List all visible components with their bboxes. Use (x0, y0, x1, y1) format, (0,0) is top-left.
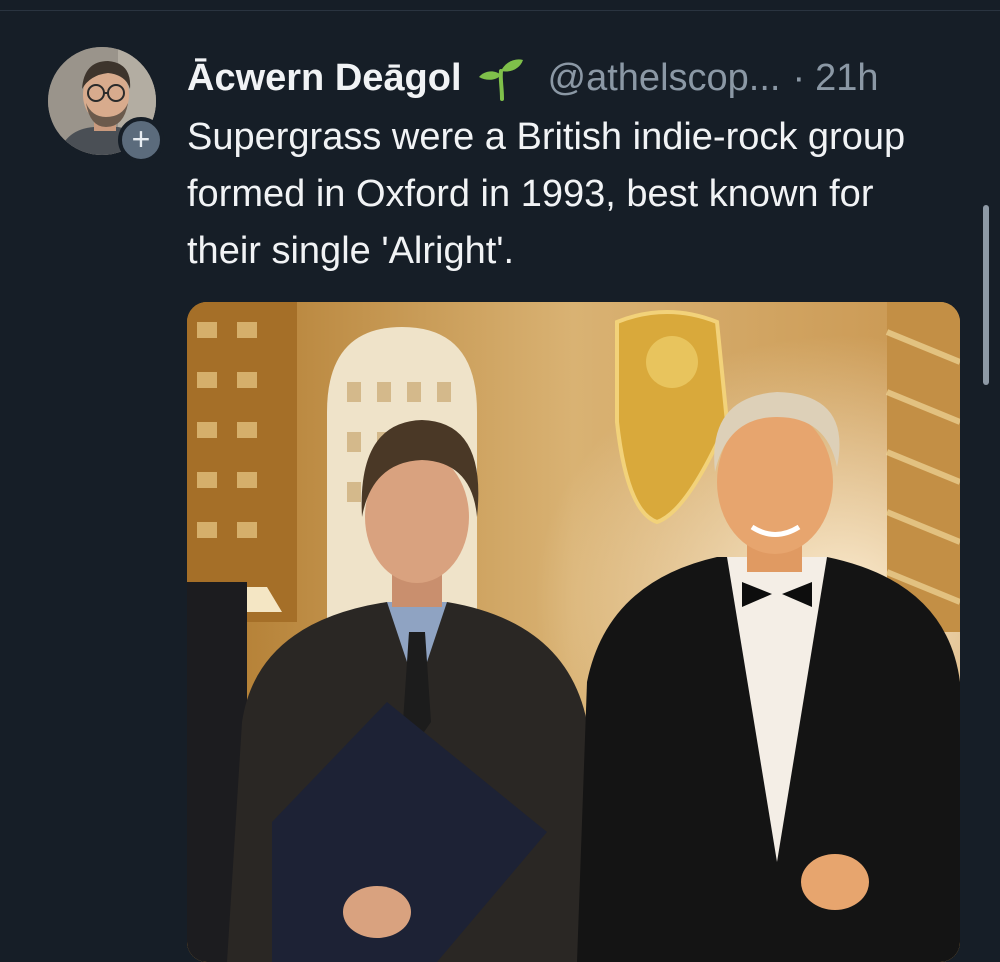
post-header: Ācwern Deāgol @athelscop... · 21h (187, 53, 879, 103)
post-timestamp[interactable]: 21h (815, 57, 878, 100)
sprout-icon (476, 53, 526, 103)
author-handle[interactable]: @athelscop... (548, 57, 781, 100)
separator-dot: · (792, 56, 806, 99)
author-avatar-button[interactable]: + (48, 47, 164, 163)
post[interactable]: + Ācwern Deāgol @athelscop... · 21h Supe… (0, 11, 1000, 962)
plus-icon: + (131, 120, 151, 157)
author-display-name[interactable]: Ācwern Deāgol (187, 57, 462, 100)
scrollbar[interactable] (983, 205, 989, 385)
post-image[interactable] (187, 302, 960, 962)
follow-button[interactable]: + (118, 117, 164, 163)
post-text: Supergrass were a British indie-rock gro… (187, 116, 906, 272)
